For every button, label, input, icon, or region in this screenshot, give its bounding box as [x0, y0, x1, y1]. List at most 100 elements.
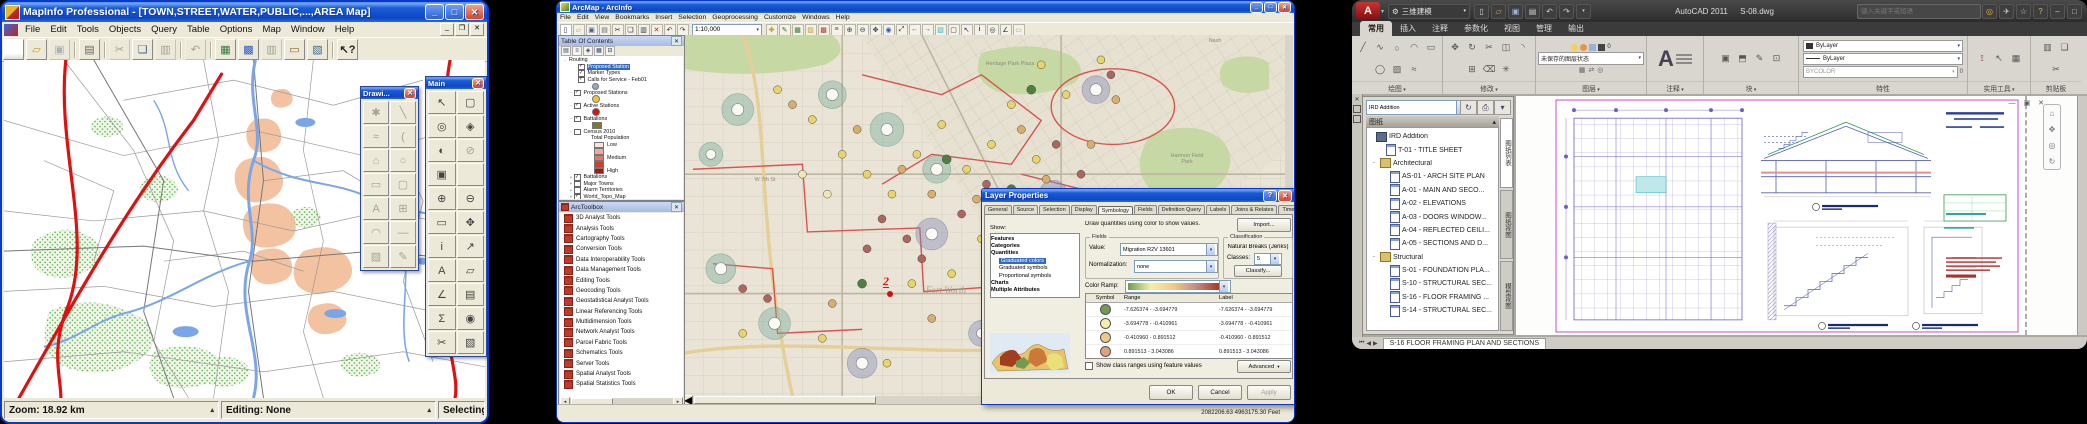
layer-checkbox[interactable] [574, 116, 581, 123]
menu-item[interactable]: Insert [652, 14, 675, 21]
maximize-button[interactable]: □ [445, 4, 464, 20]
new-browser-icon[interactable]: ▦ [215, 39, 236, 60]
drawing-canvas[interactable]: — ▣ ✕ ⌂ ✥ ◎ ↻ [1516, 96, 2077, 335]
sheet-tree-item[interactable]: A-01 - MAIN AND SECO... [1367, 184, 1498, 197]
clip-region-icon[interactable]: ✂ [428, 331, 456, 354]
trim-icon[interactable]: ✂ [1482, 41, 1497, 55]
help-icon[interactable]: ? [2033, 4, 2048, 19]
list-by-source-icon[interactable]: ≡ [572, 46, 582, 56]
menu-item[interactable]: File [20, 24, 45, 35]
classes-combo[interactable]: 5▾ [1254, 253, 1282, 265]
legend-icon[interactable]: ▤ [457, 283, 485, 306]
options-icon[interactable]: ▾ [1494, 100, 1511, 115]
menu-item[interactable]: Edit [574, 14, 592, 21]
erase-icon[interactable]: ⌫ [1482, 62, 1497, 76]
ribbon-tab[interactable]: 注释 [1424, 21, 1456, 36]
ellipse-icon[interactable]: ◯ [1373, 62, 1388, 76]
dialog-titlebar[interactable]: Layer Properties ? ✕ [982, 189, 1295, 202]
symbol-tool-icon[interactable]: ✱ [363, 101, 389, 124]
invert-selection-icon[interactable]: ▣ [428, 163, 456, 186]
color-combo[interactable]: ByLayer ▾ [1803, 40, 1963, 52]
menu-item[interactable]: Query [146, 24, 182, 35]
frame-tool-icon[interactable]: ⊞ [390, 197, 416, 220]
close-button[interactable]: ✕ [1278, 2, 1291, 13]
refresh-icon[interactable]: ↻ [1460, 100, 1477, 115]
linetype-combo[interactable]: ByLayer ▾ [1803, 53, 1963, 65]
redo-icon[interactable]: ↷ [677, 24, 689, 36]
ribbon-tab[interactable]: 插入 [1392, 21, 1424, 36]
arc-tool-icon[interactable]: ( [390, 125, 416, 148]
layer-checkbox[interactable] [574, 129, 581, 136]
main-toolbar-titlebar[interactable]: Main ✕ [426, 77, 486, 89]
layer-checkbox[interactable] [574, 90, 581, 97]
dialog-tab[interactable]: Time [1278, 205, 1295, 214]
leader-icon[interactable] [1676, 58, 1692, 60]
publish-icon[interactable]: ⎙ [1477, 100, 1494, 115]
ribbon-tab[interactable]: 视图 [1496, 21, 1528, 36]
infocenter-search-input[interactable] [1857, 4, 1981, 19]
child-restore-button[interactable]: ❐ [455, 23, 469, 36]
cut-icon[interactable]: ✂ [109, 39, 130, 60]
drawing-toolbar[interactable]: Drawi... ✕ ✱ ╲ ≈ ( ⌂ ○ ▭ ▢ A ⊞ ◠ — ▨ ✎ [360, 86, 419, 271]
feature-values-checkbox[interactable]: Show class ranges using feature values [1085, 362, 1202, 370]
utilities-panel-label[interactable]: 实用工具 [1983, 83, 2014, 93]
class-row[interactable]: -7.626374 - -3.694779 -7.626374 - -3.694… [1086, 303, 1292, 317]
qat-dropdown-icon[interactable]: ▾ [1576, 4, 1591, 19]
exchange-icon[interactable]: ✈ [1999, 4, 2014, 19]
layer-isolate-icon[interactable]: ◎ [1597, 66, 1603, 74]
zoom-out-icon[interactable]: ⊖ [857, 24, 869, 36]
modify-panel-label[interactable]: 修改 [1480, 83, 1498, 93]
toolbox-item[interactable]: Multidimension Tools [560, 317, 683, 327]
layers-panel-label[interactable]: 图层 [1582, 83, 1600, 93]
maximize-button[interactable]: □ [2067, 4, 2082, 19]
zoom-in-icon[interactable]: ⊕ [844, 24, 856, 36]
list-by-selection-icon[interactable]: ▦ [594, 46, 604, 56]
select-features-icon[interactable]: ▧ [935, 24, 947, 36]
layer-freeze-icon[interactable] [1580, 44, 1587, 51]
autocad-titlebar[interactable]: A ▾ ⚙ 三维建模 ▾ ▯ ▱ ▣ ▤ ↶ ↷ ▾ AutoCAD 2011 … [1352, 0, 2087, 22]
normalization-combo[interactable]: none▾ [1134, 260, 1218, 273]
measure-icon[interactable]: ⟟ [1975, 52, 1990, 66]
canvas-scrollbar[interactable] [2077, 96, 2087, 335]
polyline-icon[interactable]: ∿ [1373, 41, 1388, 55]
style-tool-icon[interactable]: ▨ [363, 245, 389, 268]
full-extent-icon[interactable]: ◉ [883, 24, 895, 36]
table-options-icon[interactable]: ▦ [792, 24, 804, 36]
sheet-tree-item[interactable]: S-16 - FLOOR FRAMING ... [1367, 291, 1498, 304]
dialog-tab[interactable]: Joins & Relates [1231, 205, 1277, 214]
dimension-icon[interactable] [1676, 54, 1692, 56]
dialog-tab[interactable]: General [984, 205, 1012, 214]
autocad-app-icon[interactable]: A [1356, 2, 1380, 20]
save-table-icon[interactable]: ▣ [49, 39, 70, 60]
find-icon[interactable]: ◎ [987, 24, 999, 36]
close-icon[interactable]: ✕ [671, 36, 682, 46]
show-list-item[interactable]: Graduated symbols [991, 265, 1079, 272]
toolbox-item[interactable]: Schematics Tools [560, 348, 683, 358]
minimize-button[interactable]: _ [1250, 2, 1263, 13]
favorites-icon[interactable]: ☆ [2016, 4, 2031, 19]
line-icon[interactable]: ╱ [1356, 41, 1371, 55]
paste-icon[interactable]: ▥ [638, 24, 650, 36]
dialog-tab[interactable]: Source [1013, 205, 1038, 214]
main-toolbar[interactable]: Main ✕ ↖ ▢ ◎ ◈ ◐ ⊘ ▣ ⊕ ⊖ ▭ ✥ i ↗ A ▱ ∠ ▤… [425, 76, 487, 357]
sheet-tree-item[interactable]: - Structural [1367, 251, 1498, 264]
new-grapher-icon[interactable]: ▥ [261, 39, 282, 60]
toolbox-item[interactable]: 3D Analyst Tools [560, 213, 683, 223]
toolbox-item[interactable]: Network Analyst Tools [560, 327, 683, 337]
next-tab-icon[interactable]: ▶ [1373, 340, 1378, 347]
expander-icon[interactable]: - [1373, 160, 1380, 166]
sheet-tree-item[interactable]: IRD Addition [1367, 130, 1498, 143]
status-editing[interactable]: Editing: None ▴ [221, 401, 436, 419]
minimize-button[interactable]: _ [425, 4, 444, 20]
reshape-tool-icon[interactable]: ◠ [363, 221, 389, 244]
viewport-controls[interactable]: — ▣ ✕ [2009, 99, 2047, 107]
statistics-icon[interactable]: Σ [428, 307, 456, 330]
toolbox-item[interactable]: Data Interoperability Tools [560, 255, 683, 265]
undo-icon[interactable]: ↶ [1542, 4, 1557, 19]
apply-button[interactable]: Apply [1247, 385, 1291, 400]
workspace-combo[interactable]: ⚙ 三维建模 ▾ [1388, 4, 1470, 19]
ribbon-tab[interactable]: 输出 [1560, 21, 1592, 36]
show-list-item[interactable]: Features [991, 235, 1079, 242]
toolbox-item[interactable]: Parcel Fabric Tools [560, 338, 683, 348]
polyline-tool-icon[interactable]: ≈ [363, 125, 389, 148]
